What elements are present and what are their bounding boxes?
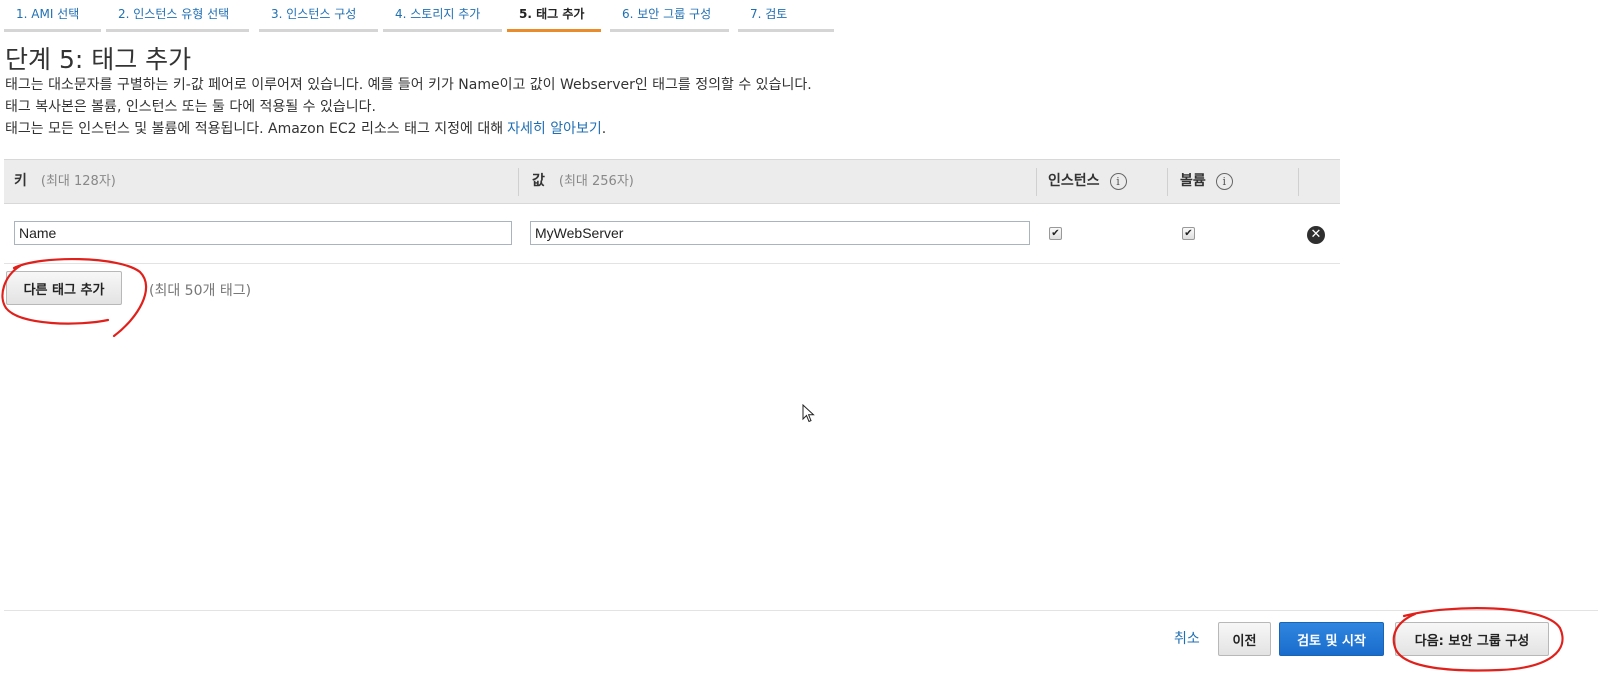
column-header-volumes: 볼륨 i (1180, 160, 1233, 203)
key-header-label: 키 (14, 173, 27, 189)
cancel-link[interactable]: 취소 (1174, 628, 1200, 648)
info-icon[interactable]: i (1215, 172, 1233, 190)
wizard-step-review[interactable]: 7. 검토 (738, 0, 834, 32)
description-line-3-end: . (601, 121, 607, 137)
column-divider (1036, 168, 1037, 196)
page-title: 단계 5: 태그 추가 (5, 45, 192, 74)
check-icon: ✔ (1051, 228, 1060, 239)
tag-value-input[interactable] (530, 221, 1030, 245)
instances-header-label: 인스턴스 (1048, 173, 1100, 189)
table-row: ✔ ✔ ✕ (4, 204, 1340, 264)
footer-divider (4, 610, 1598, 611)
previous-button[interactable]: 이전 (1218, 622, 1271, 656)
volumes-checkbox[interactable]: ✔ (1182, 227, 1195, 240)
column-divider (1298, 168, 1299, 196)
column-divider (518, 168, 519, 196)
description-line-3-text: 태그는 모든 인스턴스 및 볼륨에 적용됩니다. Amazon EC2 리소스 … (5, 121, 504, 137)
check-icon: ✔ (1184, 228, 1193, 239)
add-another-tag-button[interactable]: 다른 태그 추가 (6, 271, 122, 305)
mouse-cursor-icon (802, 404, 815, 423)
wizard-step-ami[interactable]: 1. AMI 선택 (4, 0, 101, 32)
instances-checkbox[interactable]: ✔ (1049, 227, 1062, 240)
column-header-instances: 인스턴스 i (1048, 160, 1127, 203)
next-configure-security-group-button[interactable]: 다음: 보안 그룹 구성 (1395, 622, 1549, 656)
wizard-step-add-tags[interactable]: 5. 태그 추가 (507, 0, 601, 32)
wizard-step-instance-type[interactable]: 2. 인스턴스 유형 선택 (106, 0, 249, 32)
remove-tag-icon[interactable]: ✕ (1307, 226, 1325, 244)
learn-more-link[interactable]: 자세히 알아보기 (507, 121, 602, 137)
tag-table-header: 키 (최대 128자) 값 (최대 256자) 인스턴스 i 볼륨 i (4, 159, 1340, 204)
description-line-3: 태그는 모든 인스턴스 및 볼륨에 적용됩니다. Amazon EC2 리소스 … (5, 118, 812, 140)
wizard-step-add-storage[interactable]: 4. 스토리지 추가 (383, 0, 502, 32)
wizard-step-security-group[interactable]: 6. 보안 그룹 구성 (610, 0, 729, 32)
column-header-value: 값 (최대 256자) (532, 160, 634, 203)
info-icon[interactable]: i (1109, 172, 1127, 190)
description-line-2: 태그 복사본은 볼륨, 인스턴스 또는 둘 다에 적용될 수 있습니다. (5, 99, 376, 115)
key-header-hint: (최대 128자) (40, 174, 116, 189)
page-description: 태그는 대소문자를 구별하는 키-값 페어로 이루어져 있습니다. 예를 들어 … (5, 74, 812, 140)
add-tag-limit-hint: (최대 50개 태그) (149, 283, 252, 299)
column-divider (1167, 168, 1168, 196)
column-header-key: 키 (최대 128자) (14, 160, 116, 203)
review-and-launch-button[interactable]: 검토 및 시작 (1279, 622, 1384, 656)
tag-key-input[interactable] (14, 221, 512, 245)
value-header-label: 값 (532, 173, 545, 189)
description-line-1: 태그는 대소문자를 구별하는 키-값 페어로 이루어져 있습니다. 예를 들어 … (5, 77, 812, 93)
volumes-header-label: 볼륨 (1180, 173, 1206, 189)
tag-table: 키 (최대 128자) 값 (최대 256자) 인스턴스 i 볼륨 i ✔ ✔ ✕ (4, 159, 1340, 264)
value-header-hint: (최대 256자) (558, 174, 634, 189)
wizard-step-configure-instance[interactable]: 3. 인스턴스 구성 (259, 0, 378, 32)
